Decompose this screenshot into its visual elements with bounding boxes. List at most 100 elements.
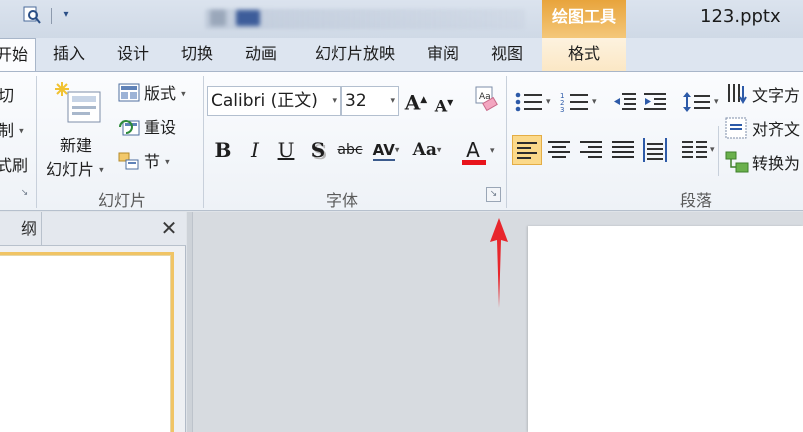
blurred-title-bit xyxy=(210,10,226,26)
align-line xyxy=(588,156,602,158)
layout-button[interactable]: 版式 ▾ xyxy=(118,80,198,106)
customize-qat-icon[interactable]: ▾ xyxy=(56,4,76,26)
chevron-down-icon[interactable]: ▾ xyxy=(332,87,337,115)
close-icon[interactable]: ✕ xyxy=(158,216,180,240)
tab-transitions[interactable]: 切换 xyxy=(172,38,222,72)
bullets-button[interactable]: ▾ xyxy=(514,90,554,116)
align-line xyxy=(612,141,634,143)
bold-button[interactable]: B xyxy=(210,136,236,164)
underline-button[interactable]: U xyxy=(273,136,299,164)
reset-button[interactable]: 重设 xyxy=(118,114,198,140)
numbering-icon: 123 xyxy=(560,92,588,114)
drawing-tools-context-title: 绘图工具 xyxy=(542,0,626,38)
pane-header: 纲 ✕ xyxy=(0,212,186,246)
copy-button[interactable]: 制 ▾ xyxy=(0,117,24,141)
font-size-value: 32 xyxy=(345,91,367,111)
align-line xyxy=(548,151,570,153)
change-case-label: Aa xyxy=(412,140,437,160)
chevron-down-icon: ▾ xyxy=(714,97,719,107)
distributed-button[interactable] xyxy=(640,135,670,165)
tab-review[interactable]: 审阅 xyxy=(418,38,468,72)
align-line xyxy=(588,146,602,148)
text-direction-icon xyxy=(728,84,747,104)
new-slide-label-line1: 新建 xyxy=(60,136,93,155)
shadow-button[interactable]: S xyxy=(305,136,331,164)
chevron-down-icon[interactable]: ▾ xyxy=(390,87,395,115)
font-color-button[interactable]: A ▾ xyxy=(460,136,500,166)
window-file-title: 123.pptx xyxy=(700,6,781,27)
group-separator xyxy=(36,76,37,208)
character-spacing-button[interactable]: AV▾ xyxy=(367,136,405,164)
decrease-indent-icon[interactable] xyxy=(612,90,640,116)
section-button[interactable]: 节 ▾ xyxy=(118,148,198,174)
new-slide-button[interactable]: 新建 幻灯片 ▾ xyxy=(44,78,114,179)
italic-button[interactable]: I xyxy=(242,136,268,164)
justify-button[interactable] xyxy=(608,135,638,165)
align-line xyxy=(517,152,537,154)
chevron-down-icon[interactable]: ▾ xyxy=(490,146,495,156)
font-name-combobox[interactable]: Calibri (正文) ▾ xyxy=(207,86,341,116)
pane-splitter[interactable] xyxy=(187,212,193,432)
title-bar: ▾ 绘图工具 123.pptx xyxy=(0,0,803,38)
increase-indent-icon[interactable] xyxy=(642,90,670,116)
chevron-down-icon: ▾ xyxy=(546,97,551,107)
paragraph-group-label: 段落 xyxy=(679,191,712,210)
align-center-button[interactable] xyxy=(544,135,574,165)
tab-outline[interactable]: 纲 xyxy=(0,212,42,246)
clear-formatting-icon[interactable]: Aa xyxy=(472,84,500,112)
convert-smartart-button[interactable]: 转换为 xyxy=(724,148,803,176)
layout-label: 版式 ▾ xyxy=(144,84,186,103)
chevron-down-icon: ▾ xyxy=(710,145,715,155)
align-line xyxy=(612,151,634,153)
tab-view[interactable]: 视图 xyxy=(482,38,532,72)
tab-animations[interactable]: 动画 xyxy=(236,38,286,72)
align-line xyxy=(580,151,602,153)
tab-format[interactable]: 格式 xyxy=(542,38,626,72)
change-case-button[interactable]: Aa▾ xyxy=(408,136,446,164)
slide-canvas[interactable] xyxy=(528,226,803,432)
tab-home[interactable]: 开始 xyxy=(0,38,36,72)
line-spacing-button[interactable]: ▾ xyxy=(682,90,722,116)
format-painter-button[interactable]: 式刷 xyxy=(0,152,28,176)
chevron-down-icon: ▾ xyxy=(436,145,442,156)
align-text-button[interactable]: 对齐文 xyxy=(724,114,803,142)
clipboard-dialog-launcher-icon[interactable]: ↘ xyxy=(17,187,32,202)
font-name-value: Calibri (正文) xyxy=(211,91,318,111)
font-dialog-launcher-icon[interactable]: ↘ xyxy=(486,187,501,202)
bullets-icon xyxy=(515,92,542,112)
tab-insert[interactable]: 插入 xyxy=(44,38,94,72)
distributed-icon xyxy=(643,138,667,162)
tab-design[interactable]: 设计 xyxy=(108,38,158,72)
red-arrow-icon xyxy=(490,218,508,308)
slides-group-label: 幻灯片 xyxy=(97,191,146,210)
grow-font-button[interactable]: A▲ xyxy=(403,86,429,115)
ribbon-tab-row: 开始 插入 设计 切换 动画 幻灯片放映 审阅 视图 格式 xyxy=(0,38,803,72)
align-line xyxy=(517,142,537,144)
slide-thumbnail[interactable] xyxy=(0,252,174,432)
section-label: 节 ▾ xyxy=(144,152,170,171)
ribbon-body: 切 制 ▾ 式刷 ↘ 新建 幻灯片 ▾ 版式 ▾ 重设 节 ▾ 幻灯片 Cali… xyxy=(0,71,803,211)
strikethrough-button[interactable]: abc xyxy=(336,136,364,164)
text-direction-button[interactable]: 文字方 xyxy=(724,80,803,108)
numbering-button[interactable]: 123 ▾ xyxy=(560,90,600,116)
qat-separator xyxy=(51,8,52,24)
cut-button[interactable]: 切 xyxy=(0,82,14,106)
text-direction-label: 文字方 xyxy=(752,86,801,105)
font-color-swatch xyxy=(462,160,486,165)
grow-font-label: A xyxy=(404,90,421,115)
new-slide-icon xyxy=(55,82,101,123)
shrink-font-label: A xyxy=(434,96,448,116)
print-preview-icon[interactable] xyxy=(22,4,42,26)
align-line xyxy=(552,156,566,158)
shrink-font-button[interactable]: A▼ xyxy=(432,88,456,116)
columns-button[interactable]: ▾ xyxy=(680,138,720,164)
chevron-down-icon: ▾ xyxy=(592,97,597,107)
align-left-button[interactable] xyxy=(512,135,542,165)
font-size-combobox[interactable]: 32 ▾ xyxy=(341,86,399,116)
character-spacing-label: AV xyxy=(372,141,395,161)
align-line xyxy=(517,157,531,159)
align-line xyxy=(517,147,531,149)
align-right-button[interactable] xyxy=(576,135,606,165)
tab-slideshow[interactable]: 幻灯片放映 xyxy=(300,38,410,72)
chevron-down-icon: ▾ xyxy=(394,145,400,156)
